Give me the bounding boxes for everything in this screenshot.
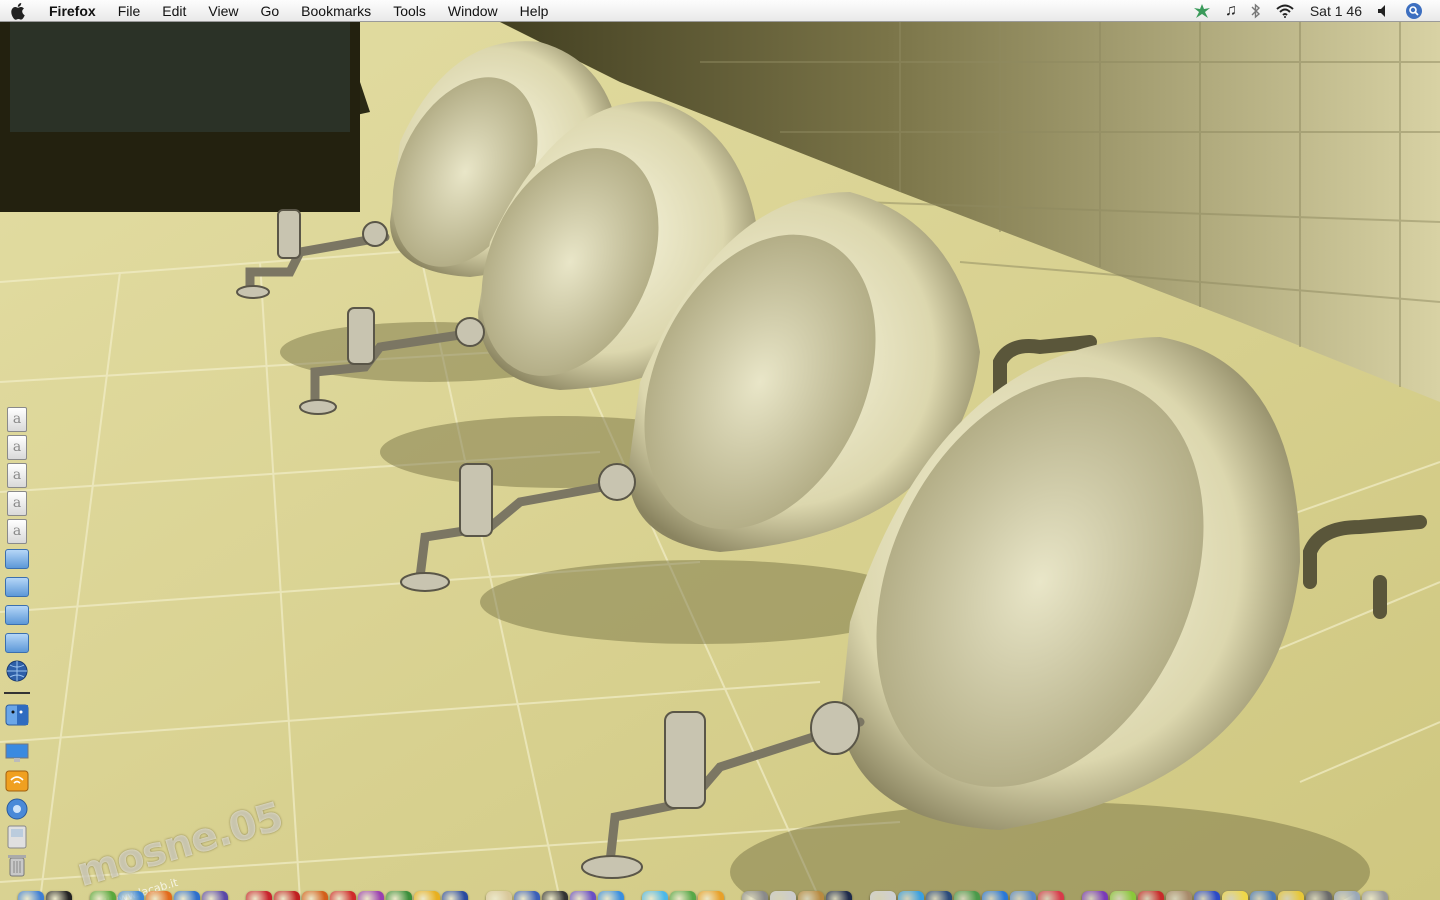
ichat-icon[interactable] [90,891,116,900]
dock-spacer [468,891,484,900]
flash-icon[interactable] [330,891,356,900]
widget-icon[interactable] [1110,891,1136,900]
freehand-icon[interactable] [358,891,384,900]
dock-spacer [852,891,868,900]
document-letter: a [7,518,27,544]
menu-extras: ♫ Sat 1 46 [1186,0,1440,22]
display-icon[interactable] [4,740,30,766]
document-icon[interactable]: a [4,406,30,432]
font-icon[interactable] [642,891,668,900]
illustrator-icon[interactable] [302,891,328,900]
popcorn-icon[interactable] [798,891,824,900]
folder-icon[interactable] [4,574,30,600]
menu-view[interactable]: View [197,0,249,22]
stack-separator [4,692,30,694]
desktop[interactable]: mosne.05 http://www.lacab.it a a a a a [0,22,1440,900]
menu-help[interactable]: Help [509,0,560,22]
menu-bookmarks[interactable]: Bookmarks [290,0,382,22]
finder-icon[interactable] [4,702,30,728]
dock-spacer [72,891,88,900]
ie-icon[interactable] [174,891,200,900]
director-icon[interactable] [414,891,440,900]
left-icon-stack: a a a a a [2,406,32,878]
quicktime-icon[interactable] [542,891,568,900]
apple-menu-icon[interactable] [0,0,38,22]
document-letter: a [7,406,27,432]
menu-window[interactable]: Window [437,0,509,22]
chess-icon[interactable] [770,891,796,900]
trash-icon[interactable] [4,852,30,878]
gear-icon[interactable] [1306,891,1332,900]
fireworks-icon[interactable] [386,891,412,900]
finder-icon[interactable] [18,891,44,900]
folder-icon[interactable] [4,630,30,656]
leaf-icon[interactable] [1186,0,1218,22]
screen-icon[interactable] [926,891,952,900]
textedit-icon[interactable] [486,891,512,900]
dock [0,886,1440,900]
spotlight-icon[interactable] [1398,0,1430,22]
dock-spacer [1064,891,1080,900]
photo-icon[interactable] [1250,891,1276,900]
menu-clock[interactable]: Sat 1 46 [1302,0,1370,22]
preview-icon[interactable] [670,891,696,900]
music-icon[interactable] [954,891,980,900]
itunes-disc-icon[interactable] [598,891,624,900]
chat-icon[interactable] [1010,891,1036,900]
wifi-icon[interactable] [1268,0,1302,22]
photoshop-icon[interactable] [698,891,724,900]
menu-go[interactable]: Go [249,0,290,22]
document-letter: a [7,490,27,516]
spotlight-icon[interactable] [898,891,924,900]
dock-spacer [624,891,640,900]
camino-icon[interactable] [202,891,228,900]
bluetooth-icon[interactable] [1244,0,1268,22]
script-icon[interactable] [742,891,768,900]
orbit-icon[interactable] [1082,891,1108,900]
globe-icon[interactable] [4,658,30,684]
terminal-icon[interactable] [826,891,852,900]
stop-icon[interactable] [1038,891,1064,900]
imovie-icon[interactable] [514,891,540,900]
trash-icon[interactable] [1362,891,1388,900]
document-icon[interactable]: a [4,518,30,544]
cocoa-icon[interactable] [1166,891,1192,900]
mail-icon[interactable] [1334,891,1360,900]
folder-icon[interactable] [4,546,30,572]
volume-icon[interactable] [1370,0,1398,22]
folder-icon[interactable] [4,602,30,628]
dvd-icon[interactable] [570,891,596,900]
music-note-icon[interactable]: ♫ [1218,0,1244,22]
firefox-icon[interactable] [146,891,172,900]
network-icon[interactable] [4,796,30,822]
dashboard-icon[interactable] [46,891,72,900]
ipod-icon[interactable] [870,891,896,900]
wallpaper-image [0,22,1440,900]
wifi-base-icon[interactable] [4,768,30,794]
dock-spacer [724,891,740,900]
menu-file[interactable]: File [107,0,152,22]
reader-icon[interactable] [274,891,300,900]
safari-icon[interactable] [118,891,144,900]
document-icon[interactable]: a [4,490,30,516]
adium-icon[interactable] [1278,891,1304,900]
menu-bar: Firefox File Edit View Go Bookmarks Tool… [0,0,1440,22]
document-icon[interactable]: a [4,462,30,488]
document-letter: a [7,434,27,460]
blue-icon[interactable] [1194,891,1220,900]
menu-edit[interactable]: Edit [151,0,197,22]
dock-spacer [228,891,244,900]
disk-icon[interactable] [4,824,30,850]
record-icon[interactable] [1138,891,1164,900]
star-icon[interactable] [442,891,468,900]
document-icon[interactable]: a [4,434,30,460]
acrobat-icon[interactable] [246,891,272,900]
stickies-icon[interactable] [1222,891,1248,900]
document-letter: a [7,462,27,488]
player-icon[interactable] [982,891,1008,900]
app-menu-firefox[interactable]: Firefox [38,0,107,22]
menu-tools[interactable]: Tools [382,0,437,22]
